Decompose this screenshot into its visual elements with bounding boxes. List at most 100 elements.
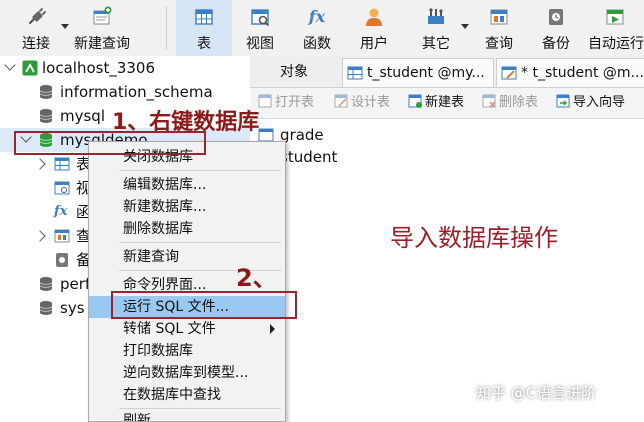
toolbar-separator bbox=[166, 6, 167, 50]
new-table-button[interactable]: 新建表 bbox=[408, 94, 464, 112]
query-icon bbox=[490, 9, 508, 25]
fx-icon: fx bbox=[306, 6, 328, 28]
annotation-box-run-sql bbox=[111, 291, 297, 319]
database-label: sys bbox=[60, 299, 85, 317]
tree-item-backups[interactable]: 备 bbox=[0, 248, 91, 272]
annotation-step2: 2、 bbox=[236, 264, 277, 292]
menu-item-dump-sql-file[interactable]: 转储 SQL 文件 bbox=[89, 318, 285, 340]
database-label: mysql bbox=[60, 107, 105, 125]
function-button[interactable]: fx 函数 bbox=[291, 0, 343, 56]
view-icon bbox=[54, 181, 70, 195]
auto-run-label: 自动运行 bbox=[588, 36, 644, 52]
menu-item-label: 刷新 bbox=[123, 413, 151, 422]
connection-icon bbox=[22, 60, 38, 76]
database-label: information_schema bbox=[60, 83, 213, 101]
tree-item-database[interactable]: performance_schema bbox=[0, 272, 90, 296]
menu-item-new-database[interactable]: 新建数据库... bbox=[89, 196, 285, 218]
menu-item-label: 删除数据库 bbox=[123, 221, 193, 237]
menu-item-label: 在数据库中查找 bbox=[123, 387, 221, 403]
database-label: performance_schema bbox=[60, 275, 90, 293]
import-wizard-icon bbox=[556, 94, 570, 108]
user-button[interactable]: 用户 bbox=[348, 0, 400, 56]
view-icon bbox=[251, 9, 270, 27]
design-table-label: 设计表 bbox=[351, 95, 391, 110]
chevron-right-icon[interactable] bbox=[34, 158, 46, 170]
tab-t-student[interactable]: t_student @my... bbox=[342, 58, 494, 87]
database-icon bbox=[39, 85, 53, 99]
tab-objects[interactable]: 对象 bbox=[280, 58, 338, 86]
new-table-icon bbox=[408, 94, 422, 108]
tab-label: t_student @my... bbox=[367, 65, 485, 81]
database-icon bbox=[39, 109, 53, 123]
menu-separator bbox=[119, 408, 281, 409]
table-name: student bbox=[280, 148, 338, 166]
annotation-title: 导入数据库操作 bbox=[390, 224, 558, 252]
annotation-step1: 1、右键数据库 bbox=[112, 110, 260, 135]
view-button[interactable]: 视图 bbox=[234, 0, 286, 56]
design-table-icon bbox=[334, 94, 348, 108]
new-query-label: 新建查询 bbox=[74, 36, 130, 52]
import-wizard-label: 导入向导 bbox=[573, 95, 626, 110]
menu-separator bbox=[119, 170, 281, 171]
open-table-button[interactable]: 打开表 bbox=[258, 94, 314, 112]
auto-run-icon bbox=[606, 9, 624, 25]
watermark: 知乎 @C语言进阶 bbox=[476, 384, 597, 402]
table-icon bbox=[54, 157, 70, 171]
fx-icon-glyph: fx bbox=[308, 7, 326, 26]
connect-button[interactable]: 连接 bbox=[8, 0, 64, 56]
import-wizard-button[interactable]: 导入向导 bbox=[556, 94, 625, 112]
menu-item-edit-database[interactable]: 编辑数据库... bbox=[89, 174, 285, 196]
menu-item-delete-database[interactable]: 删除数据库 bbox=[89, 218, 285, 240]
tree-item-connection[interactable]: localhost_3306 bbox=[0, 56, 250, 80]
tree-item-database[interactable]: sys bbox=[0, 296, 90, 320]
query-button[interactable]: 查询 bbox=[472, 0, 526, 56]
tab-bar: 对象 t_student @my... * t_student @m... bbox=[250, 56, 644, 88]
table-button[interactable]: 表 bbox=[176, 0, 232, 56]
view-label: 视图 bbox=[246, 36, 274, 52]
delete-table-button[interactable]: 删除表 bbox=[482, 94, 538, 112]
tab-t-student-modified[interactable]: * t_student @m... bbox=[496, 58, 644, 87]
tree-item-views[interactable]: 视 bbox=[0, 176, 91, 200]
backup-icon bbox=[56, 253, 68, 267]
design-table-icon bbox=[501, 66, 517, 80]
tree-item-queries[interactable]: 查 bbox=[0, 224, 91, 248]
menu-item-label: 编辑数据库... bbox=[123, 177, 207, 193]
menu-item-reverse-to-model[interactable]: 逆向数据库到模型... bbox=[89, 362, 285, 384]
connection-label: localhost_3306 bbox=[42, 59, 156, 77]
tools-icon bbox=[428, 8, 444, 24]
menu-item-find-in-database[interactable]: 在数据库中查找 bbox=[89, 384, 285, 406]
open-table-label: 打开表 bbox=[275, 95, 315, 110]
query-label: 查询 bbox=[485, 36, 513, 52]
new-query-button[interactable]: 新建查询 bbox=[70, 0, 134, 56]
delete-table-label: 删除表 bbox=[499, 95, 539, 110]
tree-item-tables[interactable]: 表 bbox=[0, 152, 91, 176]
tree-item-functions[interactable]: fx 函 bbox=[0, 200, 91, 224]
function-label: 函数 bbox=[303, 36, 331, 52]
auto-run-button[interactable]: 自动运行 bbox=[586, 0, 644, 56]
database-icon bbox=[39, 277, 53, 291]
menu-item-label: 新建数据库... bbox=[123, 199, 207, 215]
menu-item-refresh[interactable]: 刷新 bbox=[89, 410, 285, 422]
query-icon bbox=[54, 229, 70, 243]
design-table-button[interactable]: 设计表 bbox=[334, 94, 390, 112]
new-query-icon bbox=[93, 6, 112, 25]
menu-separator bbox=[119, 242, 281, 243]
fx-icon-glyph: fx bbox=[54, 204, 68, 219]
chevron-down-icon[interactable] bbox=[4, 59, 16, 71]
fx-icon: fx bbox=[54, 200, 72, 224]
other-button[interactable]: 其它 bbox=[408, 0, 464, 56]
other-dropdown-icon[interactable] bbox=[461, 24, 469, 29]
table-name: grade bbox=[280, 126, 324, 144]
backup-button[interactable]: 备份 bbox=[530, 0, 582, 56]
user-label: 用户 bbox=[360, 36, 388, 52]
menu-item-print-database[interactable]: 打印数据库 bbox=[89, 340, 285, 362]
menu-item-label: 打印数据库 bbox=[123, 343, 193, 359]
backup-label: 备份 bbox=[542, 36, 570, 52]
backup-icon bbox=[549, 9, 563, 25]
menu-item-label: 转储 SQL 文件 bbox=[123, 321, 216, 337]
new-table-label: 新建表 bbox=[425, 95, 465, 110]
tree-item-database[interactable]: information_schema bbox=[0, 80, 250, 104]
tab-label: * t_student @m... bbox=[521, 65, 644, 81]
chevron-right-icon[interactable] bbox=[34, 230, 46, 242]
connect-dropdown-icon[interactable] bbox=[61, 24, 69, 29]
